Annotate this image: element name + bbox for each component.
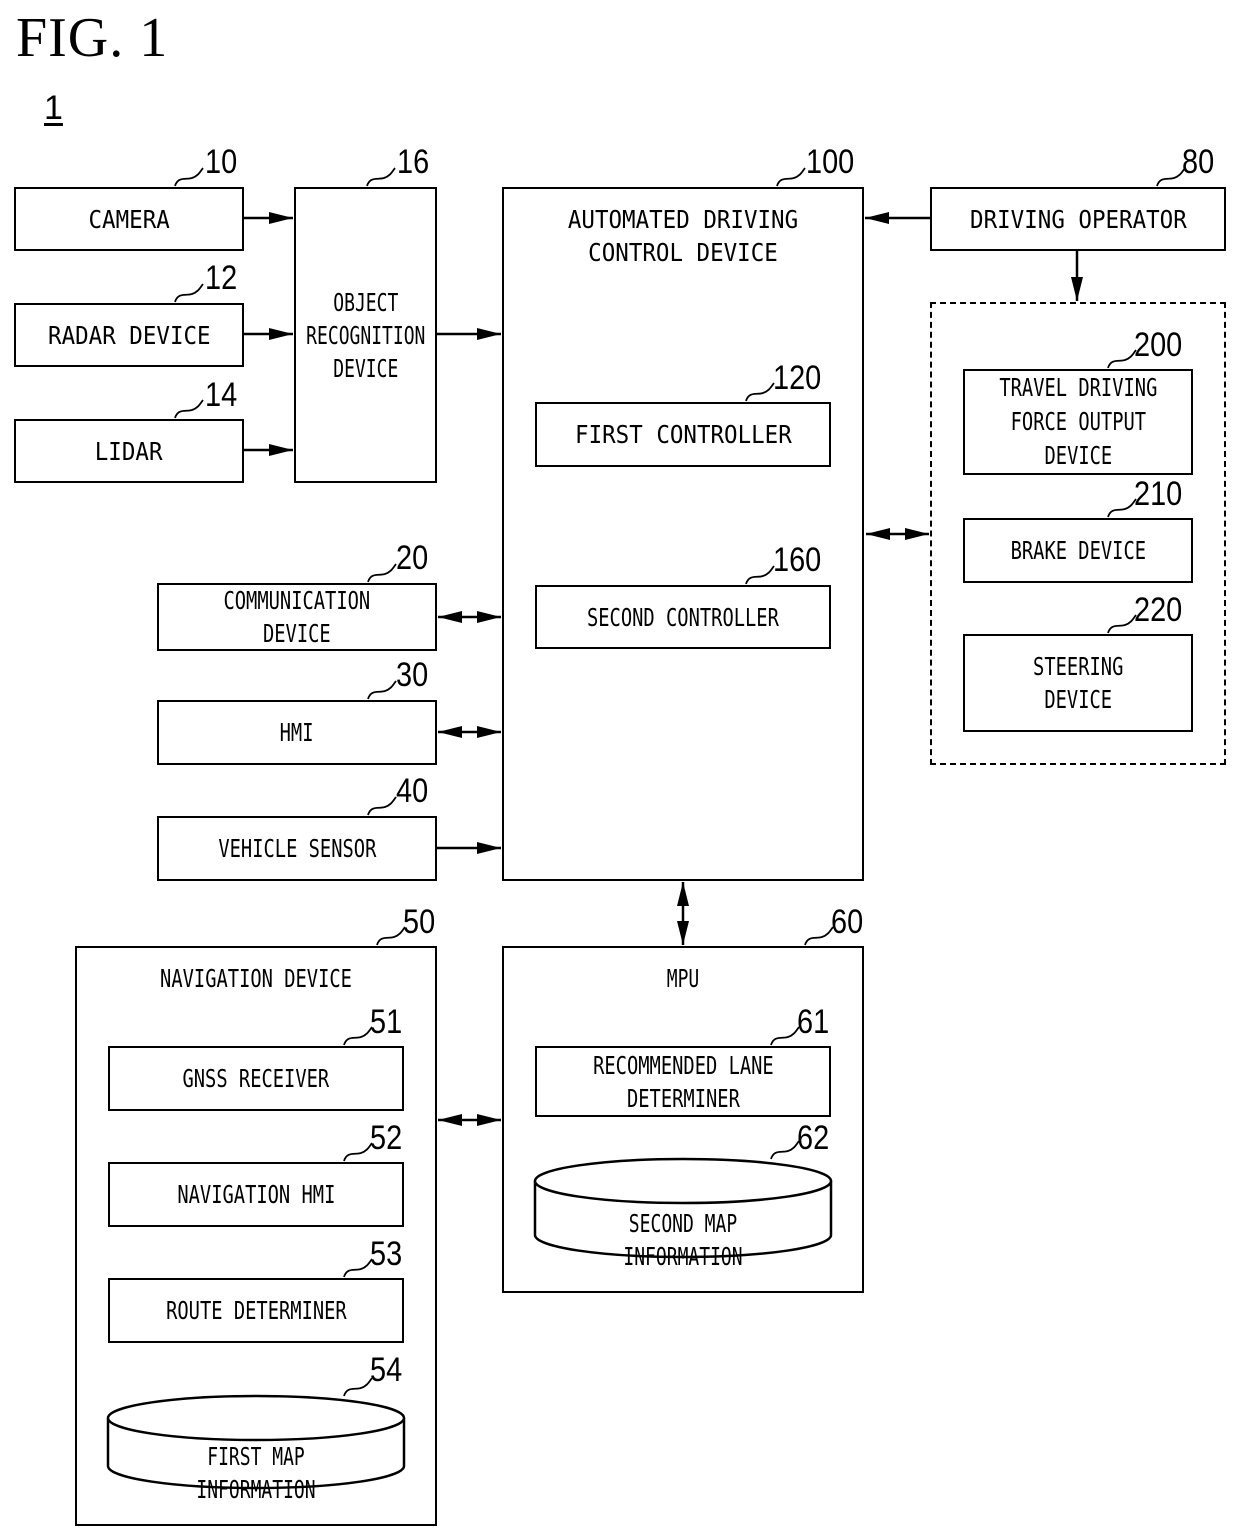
leader-20 [367, 563, 397, 583]
driving-operator-label: DRIVING OPERATOR [969, 204, 1187, 234]
camera-ref: 10 [205, 143, 238, 181]
gnss-receiver-block: GNSS RECEIVER [108, 1046, 404, 1111]
mpu-ref: 60 [831, 903, 864, 941]
first-controller-block: FIRST CONTROLLER [535, 402, 831, 467]
radar-device-ref: 12 [205, 259, 238, 297]
navigation-device-label: NAVIGATION DEVICE [160, 964, 352, 993]
steering-device-label: STEERING DEVICE [1032, 652, 1124, 714]
route-determiner-ref: 53 [370, 1235, 403, 1273]
automated-driving-control-device-block: AUTOMATED DRIVING CONTROL DEVICE [502, 187, 864, 881]
hmi-ref: 30 [396, 656, 429, 694]
radar-device-label: RADAR DEVICE [47, 320, 211, 350]
driving-operator-ref: 80 [1182, 143, 1215, 181]
vehicle-sensor-ref: 40 [396, 772, 429, 810]
second-map-information-block: SECOND MAP INFORMATION [535, 1207, 831, 1273]
recommended-lane-determiner-block: RECOMMENDED LANE DETERMINER [535, 1046, 831, 1117]
automated-driving-control-device-label: AUTOMATED DRIVING CONTROL DEVICE [567, 205, 799, 267]
leader-16 [366, 167, 396, 187]
navigation-hmi-ref: 52 [370, 1119, 403, 1157]
object-recognition-device-block: OBJECT RECOGNITION DEVICE [294, 187, 437, 483]
navigation-device-ref: 50 [403, 903, 436, 941]
camera-label: CAMERA [88, 204, 170, 234]
hmi-block: HMI [157, 700, 437, 765]
leader-14 [174, 399, 204, 419]
second-map-information-label: SECOND MAP INFORMATION [623, 1209, 743, 1271]
lidar-ref: 14 [205, 376, 238, 414]
second-controller-ref: 160 [773, 541, 822, 579]
navigation-hmi-label: NAVIGATION HMI [176, 1180, 336, 1209]
gnss-receiver-ref: 51 [370, 1003, 403, 1041]
leader-30 [367, 680, 397, 700]
brake-device-ref: 210 [1134, 475, 1183, 513]
route-determiner-block: ROUTE DETERMINER [108, 1278, 404, 1343]
vehicle-sensor-block: VEHICLE SENSOR [157, 816, 437, 881]
communication-device-block: COMMUNICATION DEVICE [157, 583, 437, 651]
lidar-block: LIDAR [14, 419, 244, 483]
travel-driving-force-output-device-ref: 200 [1134, 326, 1183, 364]
leader-40 [367, 796, 397, 816]
navigation-hmi-block: NAVIGATION HMI [108, 1162, 404, 1227]
communication-device-ref: 20 [396, 539, 429, 577]
figure-title: FIG. 1 [16, 7, 169, 69]
radar-device-block: RADAR DEVICE [14, 303, 244, 367]
lidar-label: LIDAR [95, 436, 163, 466]
driving-operator-block: DRIVING OPERATOR [930, 187, 1226, 251]
automated-driving-control-device-ref: 100 [806, 143, 855, 181]
block-diagram: FIG. 1 1 CAMERA 10 RADAR DEVICE 12 LIDAR… [0, 0, 1240, 1540]
first-map-information-label: FIRST MAP INFORMATION [196, 1442, 316, 1504]
second-controller-label: SECOND CONTROLLER [587, 602, 779, 632]
second-controller-block: SECOND CONTROLLER [535, 585, 831, 649]
first-map-information-ref: 54 [370, 1351, 403, 1389]
recommended-lane-determiner-ref: 61 [797, 1003, 830, 1041]
brake-device-label: BRAKE DEVICE [1010, 536, 1146, 565]
first-controller-label: FIRST CONTROLLER [574, 420, 792, 449]
camera-block: CAMERA [14, 187, 244, 251]
mpu-label: MPU [666, 964, 700, 993]
recommended-lane-determiner-label: RECOMMENDED LANE DETERMINER [592, 1050, 774, 1113]
object-recognition-device-label: OBJECT RECOGNITION DEVICE [305, 287, 426, 383]
leader-100 [776, 167, 806, 187]
first-controller-ref: 120 [773, 359, 822, 397]
leader-12 [174, 283, 204, 303]
system-reference: 1 [44, 89, 63, 127]
brake-device-block: BRAKE DEVICE [963, 518, 1193, 583]
route-determiner-label: ROUTE DETERMINER [165, 1296, 347, 1325]
communication-device-label: COMMUNICATION DEVICE [223, 586, 371, 648]
first-map-information-block: FIRST MAP INFORMATION [108, 1440, 404, 1506]
second-map-information-ref: 62 [797, 1119, 830, 1157]
gnss-receiver-label: GNSS RECEIVER [182, 1064, 330, 1093]
travel-driving-force-output-device-block: TRAVEL DRIVING FORCE OUTPUT DEVICE [963, 369, 1193, 475]
leader-10 [174, 167, 204, 187]
hmi-label: HMI [280, 718, 314, 747]
steering-device-block: STEERING DEVICE [963, 634, 1193, 732]
vehicle-sensor-label: VEHICLE SENSOR [217, 834, 377, 863]
leader-60 [804, 926, 834, 946]
leader-80 [1156, 167, 1186, 187]
object-recognition-device-ref: 16 [397, 143, 430, 181]
leader-50 [376, 926, 406, 946]
travel-driving-force-output-device-label: TRAVEL DRIVING FORCE OUTPUT DEVICE [998, 373, 1158, 470]
steering-device-ref: 220 [1134, 591, 1183, 629]
